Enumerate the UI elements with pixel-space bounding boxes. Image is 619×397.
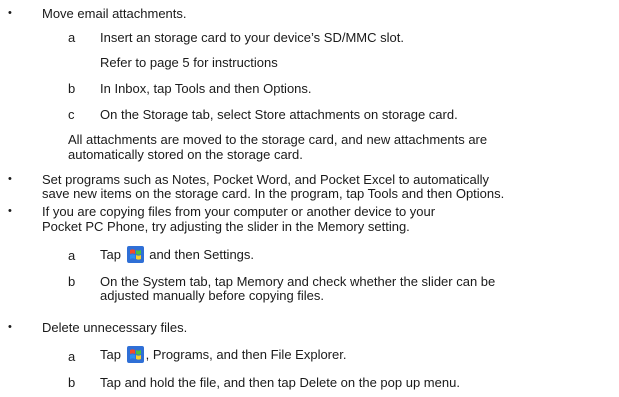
step-letter: b [68,81,76,96]
item-text: Move email attachments. [42,6,187,21]
bullet-marker: • [8,205,12,217]
step-text-line: On the System tab, tap Memory and check … [100,274,496,289]
windows-start-icon [126,346,144,363]
step-text: Tap and then Settings. [100,246,254,263]
page: { "items": [ { "bullet": "•", "text": "M… [0,0,619,397]
bullet-marker: • [8,173,12,185]
step-text: On the Storage tab, select Store attachm… [100,107,458,122]
step-letter: b [68,375,76,390]
step-text: In Inbox, tap Tools and then Options. [100,81,312,96]
step-pre: Tap [100,347,121,362]
step-text-line: adjusted manually before copying files. [100,288,325,303]
item-text-line: If you are copying files from your compu… [42,204,436,219]
item-text: Delete unnecessary files. [42,320,188,335]
windows-start-icon [126,246,144,263]
step-letter: b [68,274,76,289]
item-text-line: Pocket PC Phone, try adjusting the slide… [42,219,410,234]
result-note-line: automatically stored on the storage card… [68,147,303,162]
item-text-line: Set programs such as Notes, Pocket Word,… [42,172,490,187]
step-post: , Programs, and then File Explorer. [145,347,347,362]
step-text: Insert an storage card to your device’s … [100,30,404,45]
step-text: Tap , Programs, and then File Explorer. [100,346,346,363]
step-letter: c [68,107,75,122]
step-text: Tap and hold the file, and then tap Dele… [100,375,460,390]
step-post: and then Settings. [149,247,255,262]
step-note: Refer to page 5 for instructions [100,55,278,70]
result-note-line: All attachments are moved to the storage… [68,132,488,147]
step-pre: Tap [100,247,121,262]
bullet-marker: • [8,7,12,19]
step-letter: a [68,248,76,263]
step-letter: a [68,349,76,364]
item-text-line: save new items on the storage card. In t… [42,186,505,201]
bullet-marker: • [8,321,12,333]
step-letter: a [68,30,76,45]
